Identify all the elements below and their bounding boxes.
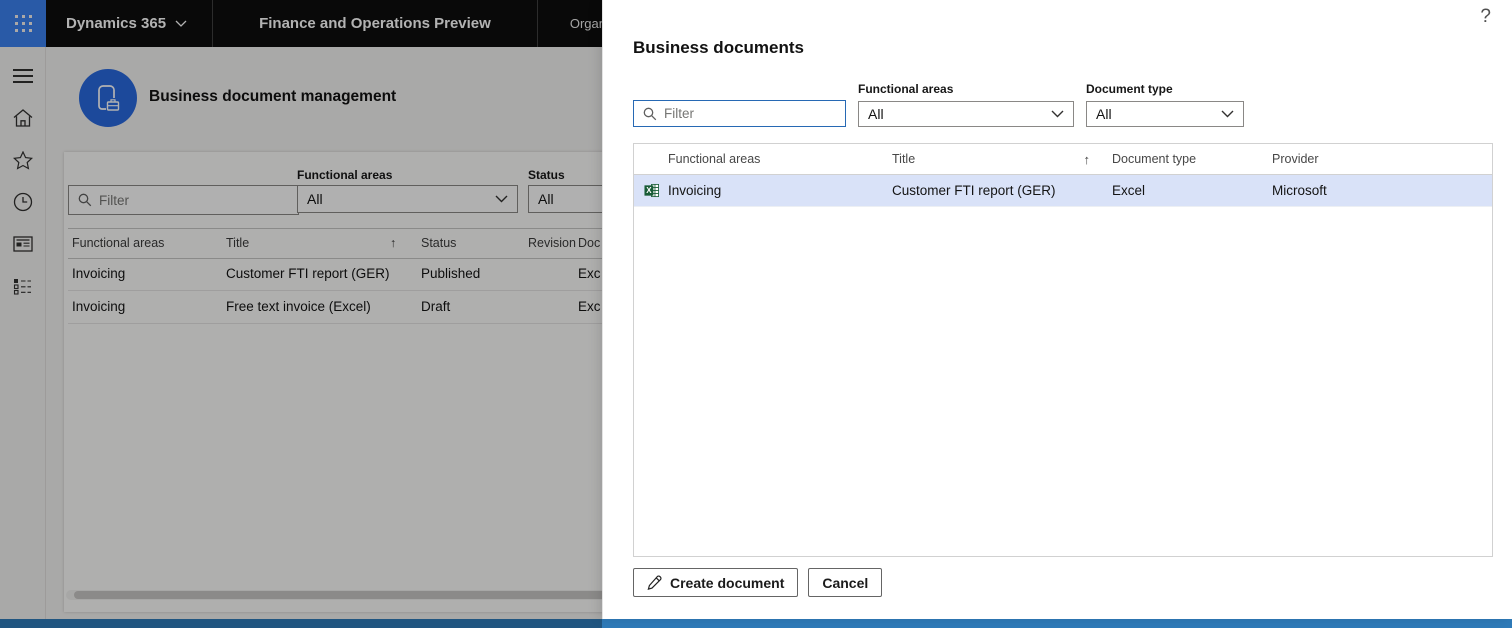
document-type-value: All [1096, 106, 1112, 122]
column-header-functional-areas[interactable]: Functional areas [668, 152, 892, 166]
panel-title: Business documents [633, 38, 804, 57]
help-icon[interactable]: ? [1480, 6, 1491, 28]
cell-document-type: Excel [1112, 183, 1146, 198]
panel-filter-row: Filter Functional areas All Document typ… [633, 82, 1244, 127]
column-header-document-type[interactable]: Document type [1102, 152, 1262, 166]
create-document-label: Create document [670, 574, 785, 591]
filter-placeholder: Filter [664, 106, 694, 121]
document-type-filter: Document type All [1086, 82, 1244, 127]
functional-areas-filter: Functional areas All [858, 82, 1074, 127]
screen: Dynamics 365 Finance and Operations Prev… [0, 0, 1512, 628]
functional-areas-value: All [868, 106, 884, 122]
documents-table: Functional areas Title ↑ Document type P… [633, 143, 1493, 557]
table-row-selected[interactable]: X Invoicing Customer FTI report (GER) Ex… [634, 175, 1492, 207]
modal-scrim [0, 0, 602, 628]
cell-provider: Microsoft [1272, 183, 1327, 198]
chevron-down-icon [1221, 110, 1234, 118]
business-documents-panel: ? Business documents Filter Functional a… [602, 0, 1512, 619]
cell-functional-areas: Invoicing [668, 183, 722, 198]
create-document-button[interactable]: Create document [633, 568, 799, 597]
document-type-label: Document type [1086, 82, 1173, 96]
column-header-provider[interactable]: Provider [1262, 152, 1492, 166]
table-header-row: Functional areas Title ↑ Document type P… [634, 144, 1492, 175]
column-header-title[interactable]: Title ↑ [892, 152, 1102, 167]
sort-ascending-icon: ↑ [1083, 151, 1091, 167]
chevron-down-icon [1051, 110, 1064, 118]
functional-areas-label: Functional areas [858, 82, 954, 96]
panel-actions: Create document Cancel [633, 568, 883, 597]
cancel-button[interactable]: Cancel [808, 568, 883, 597]
functional-areas-dropdown[interactable]: All [858, 101, 1074, 127]
title-header-label: Title [892, 152, 916, 166]
search-icon [643, 107, 657, 120]
pencil-icon [647, 575, 662, 590]
panel-filter-input[interactable]: Filter [633, 100, 846, 127]
cancel-label: Cancel [822, 574, 869, 591]
document-type-dropdown[interactable]: All [1086, 101, 1244, 127]
excel-file-icon: X [634, 183, 668, 198]
cell-title: Customer FTI report (GER) [892, 183, 1056, 198]
svg-text:X: X [646, 186, 652, 195]
